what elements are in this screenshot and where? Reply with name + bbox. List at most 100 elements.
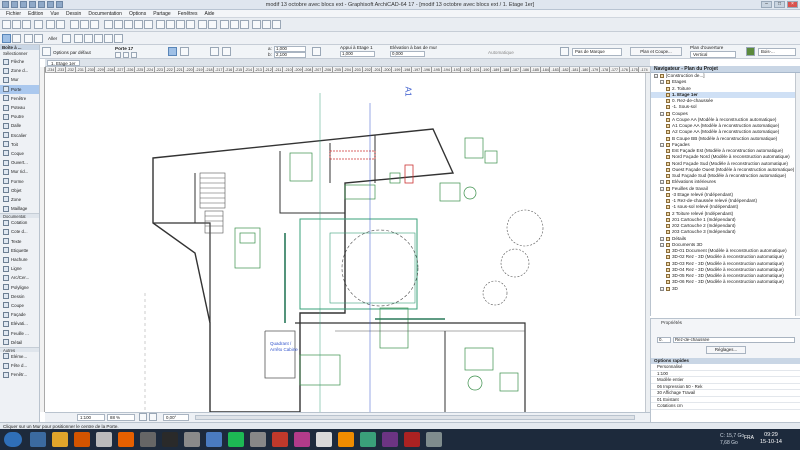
design-tool-4[interactable]: Fenêtre: [0, 94, 39, 103]
angle-field[interactable]: 0,00°: [163, 414, 189, 421]
tab-etage-1er[interactable]: 1. Etage 1er: [47, 59, 80, 66]
document-tool-11[interactable]: Elévati...: [0, 319, 39, 328]
document-tool-9[interactable]: Coupe: [0, 301, 39, 310]
fit-window-icon[interactable]: [94, 34, 103, 43]
measure-icon[interactable]: [252, 20, 261, 29]
pan-icon[interactable]: [144, 20, 153, 29]
undo-icon[interactable]: [46, 20, 55, 29]
design-tool-9[interactable]: Toit: [0, 140, 39, 149]
design-tool-7[interactable]: Dalle: [0, 121, 39, 130]
document-tool-6[interactable]: Arc/Cer...: [0, 273, 39, 282]
story-number-field[interactable]: 0.: [657, 337, 671, 343]
floor-plan-canvas[interactable]: A1 Quadrant / Arrêto Cabine: [45, 73, 645, 412]
hinge-side-icon[interactable]: [222, 47, 231, 56]
app-icon-3[interactable]: [426, 432, 442, 447]
document-tool-4[interactable]: Hachure: [0, 255, 39, 264]
design-tool-3[interactable]: Porte: [0, 84, 39, 94]
publisher-icon[interactable]: [360, 432, 376, 447]
expand-toggle-icon[interactable]: −: [660, 142, 664, 147]
layers-icon[interactable]: [124, 20, 133, 29]
reveal-icon[interactable]: [210, 47, 219, 56]
anchor-point-icon[interactable]: [180, 47, 189, 56]
geometry-method-icon[interactable]: [168, 47, 177, 56]
anchor-field[interactable]: 1,000: [340, 51, 375, 57]
design-tool-12[interactable]: Mur rid...: [0, 167, 39, 176]
zoom-select[interactable]: 88 %: [107, 414, 135, 421]
magic-wand-icon[interactable]: [262, 20, 271, 29]
expand-toggle-icon[interactable]: −: [660, 111, 664, 116]
window-app-icon[interactable]: [250, 432, 266, 447]
material-select[interactable]: Bois-...: [758, 48, 796, 56]
marker-icon[interactable]: [560, 47, 569, 56]
document-tool-0[interactable]: Cotation: [0, 218, 39, 227]
filter-icon[interactable]: [24, 34, 33, 43]
menu-item-8[interactable]: Aide: [204, 11, 214, 17]
menu-item-0[interactable]: Fichier: [6, 11, 21, 17]
expand-toggle-icon[interactable]: −: [660, 80, 664, 85]
goto-dropdown-icon[interactable]: [62, 34, 71, 43]
expand-toggle-icon[interactable]: −: [660, 186, 664, 191]
previous-view-icon[interactable]: [104, 34, 113, 43]
design-tool-15[interactable]: Zone: [0, 195, 39, 204]
door-flip-icon[interactable]: [123, 52, 129, 58]
expand-toggle-icon[interactable]: −: [660, 180, 664, 185]
firefox-icon[interactable]: [118, 432, 134, 447]
app-icon[interactable]: [140, 432, 156, 447]
menu-item-3[interactable]: Dessin: [66, 11, 81, 17]
design-tool-1[interactable]: Zone d...: [0, 66, 39, 75]
design-tool-14[interactable]: Objet: [0, 186, 39, 195]
marker-select[interactable]: Pas de Marque: [572, 48, 622, 56]
open-file-icon[interactable]: [12, 20, 21, 29]
scale-select[interactable]: 1:100: [77, 414, 105, 421]
expand-toggle-icon[interactable]: −: [660, 242, 664, 247]
menu-item-6[interactable]: Partage: [153, 11, 171, 17]
chrome-icon[interactable]: [96, 432, 112, 447]
gallery-icon[interactable]: [184, 432, 200, 447]
maximize-button[interactable]: □: [774, 1, 785, 8]
section-icon[interactable]: [176, 20, 185, 29]
document-tool-8[interactable]: Dessin: [0, 292, 39, 301]
quick-option-row[interactable]: Cotations cm: [651, 403, 800, 410]
snap-icon[interactable]: [230, 20, 239, 29]
vlc-icon[interactable]: [338, 432, 354, 447]
marquee-tool-icon[interactable]: [12, 34, 21, 43]
spotify-icon[interactable]: [228, 432, 244, 447]
design-tool-11[interactable]: Ouvert...: [0, 158, 39, 167]
design-tool-16[interactable]: Maillage: [0, 204, 39, 213]
close-button[interactable]: ×: [787, 1, 798, 8]
menu-item-7[interactable]: Fenêtres: [178, 11, 198, 17]
design-tool-2[interactable]: Mur: [0, 75, 39, 84]
horizontal-scrollbar[interactable]: [195, 415, 635, 420]
cursor-snap-icon[interactable]: [34, 34, 43, 43]
menu-item-4[interactable]: Documentation: [88, 11, 122, 17]
elevation-icon[interactable]: [186, 20, 195, 29]
design-tool-13[interactable]: Forme: [0, 176, 39, 185]
acrobat-icon[interactable]: [272, 432, 288, 447]
document-tool-2[interactable]: Texte: [0, 237, 39, 246]
teamwork-icon[interactable]: [156, 20, 165, 29]
design-tool-10[interactable]: Coque: [0, 149, 39, 158]
expand-toggle-icon[interactable]: −: [660, 236, 664, 241]
opening-select[interactable]: Vertical: [690, 51, 736, 58]
door-settings-icon[interactable]: [42, 47, 51, 56]
trace-icon[interactable]: [272, 20, 281, 29]
design-tool-0[interactable]: Flèche: [0, 57, 39, 66]
document-tool-13[interactable]: Détail: [0, 338, 39, 347]
next-view-icon[interactable]: [114, 34, 123, 43]
menu-item-2[interactable]: Vue: [50, 11, 59, 17]
sill-field[interactable]: 0,000: [390, 51, 425, 57]
more-tool-1[interactable]: Fête d...: [0, 361, 39, 370]
zoom-icon[interactable]: [134, 20, 143, 29]
minimize-button[interactable]: –: [761, 1, 772, 8]
door-type-icon[interactable]: [115, 52, 121, 58]
section-marker[interactable]: A1: [403, 87, 412, 97]
expand-toggle-icon[interactable]: −: [654, 74, 658, 79]
plane-icon[interactable]: [206, 432, 222, 447]
document-tool-10[interactable]: Façade: [0, 310, 39, 319]
document-tool-7[interactable]: Polyligne: [0, 283, 39, 292]
cut-icon[interactable]: [70, 20, 79, 29]
layout-book-icon[interactable]: [208, 20, 217, 29]
document-tool-1[interactable]: Cote d...: [0, 227, 39, 236]
door-mirror-icon[interactable]: [131, 52, 137, 58]
paste-icon[interactable]: [90, 20, 99, 29]
